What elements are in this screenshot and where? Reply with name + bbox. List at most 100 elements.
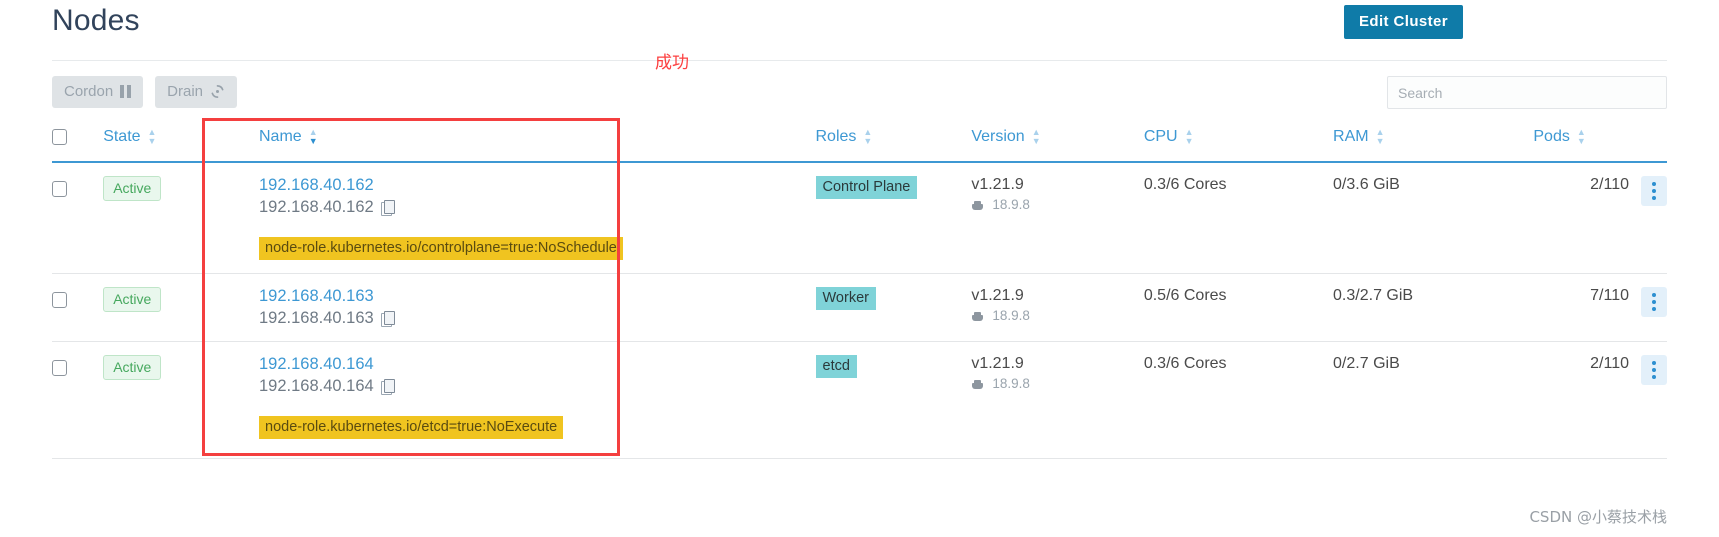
role-badge: Control Plane bbox=[815, 176, 918, 199]
sort-icon-roles[interactable]: ▲ ▼ bbox=[863, 128, 872, 146]
pods-value: 2/110 bbox=[1590, 355, 1629, 372]
row-roles-cell: Worker bbox=[815, 273, 972, 342]
role-badge: Worker bbox=[815, 287, 876, 310]
column-header-pods[interactable]: Pods ▲ ▼ bbox=[1533, 124, 1667, 162]
row-checkbox[interactable] bbox=[52, 360, 67, 376]
row-version-cell: v1.21.9 18.9.8 bbox=[971, 341, 1144, 452]
row-state-cell: Active bbox=[103, 341, 259, 452]
docker-version: 18.9.8 bbox=[971, 308, 1144, 323]
column-header-ram[interactable]: RAM ▲ ▼ bbox=[1333, 124, 1533, 162]
pods-value: 7/110 bbox=[1590, 287, 1629, 304]
sort-icon-version[interactable]: ▲ ▼ bbox=[1032, 128, 1041, 146]
column-header-state[interactable]: State ▲ ▼ bbox=[103, 124, 259, 162]
row-roles-cell: etcd bbox=[815, 341, 972, 452]
row-cpu-cell: 0.3/6 Cores bbox=[1143, 176, 1227, 193]
edit-cluster-button[interactable]: Edit Cluster bbox=[1344, 5, 1463, 39]
page-header: Nodes Edit Cluster bbox=[0, 0, 1719, 61]
column-label-state: State bbox=[103, 128, 141, 145]
nodes-page: Nodes Edit Cluster 成功 Cordon Drain Searc… bbox=[0, 0, 1719, 537]
docker-version-text: 18.9.8 bbox=[992, 376, 1030, 391]
table-toolbar: Cordon Drain bbox=[52, 76, 1667, 112]
column-header-name[interactable]: Name ▲ ▼ bbox=[259, 124, 816, 162]
column-label-pods: Pods bbox=[1533, 128, 1570, 145]
table-header-row: State ▲ ▼ Name ▲ ▼ Roles ▲ ▼ Version ▲ ▼… bbox=[52, 124, 1667, 162]
node-taint-badge: node-role.kubernetes.io/etcd=true:NoExec… bbox=[259, 416, 564, 439]
row-state-cell: Active bbox=[103, 162, 259, 274]
row-cpu-cell: 0.5/6 Cores bbox=[1143, 273, 1334, 342]
row-name-cell: 192.168.40.163 192.168.40.163 bbox=[259, 273, 816, 342]
drain-button[interactable]: Drain bbox=[155, 76, 238, 108]
node-name-link[interactable]: 192.168.40.162 bbox=[259, 176, 816, 195]
node-name-link[interactable]: 192.168.40.164 bbox=[259, 355, 816, 374]
table-row[interactable]: Active 192.168.40.162 192.168.40.162 nod… bbox=[52, 162, 1667, 274]
row-version-cell: v1.21.9 18.9.8 bbox=[971, 273, 1144, 342]
column-header-roles[interactable]: Roles ▲ ▼ bbox=[816, 124, 972, 162]
row-cpu-cell: 0.3/6 Cores bbox=[1143, 341, 1334, 452]
status-badge: Active bbox=[103, 176, 162, 201]
docker-icon bbox=[971, 378, 986, 389]
drain-label: Drain bbox=[167, 83, 204, 100]
row-actions-menu-icon[interactable] bbox=[1641, 355, 1667, 385]
row-checkbox[interactable] bbox=[52, 181, 67, 197]
docker-icon bbox=[971, 310, 986, 321]
drain-refresh-icon bbox=[210, 84, 225, 99]
table-head: State ▲ ▼ Name ▲ ▼ Roles ▲ ▼ Version ▲ ▼… bbox=[52, 124, 1667, 162]
node-ip-text: 192.168.40.163 bbox=[259, 309, 374, 327]
success-annotation: 成功 bbox=[655, 53, 689, 73]
column-label-roles: Roles bbox=[815, 128, 857, 145]
kubernetes-version: v1.21.9 bbox=[971, 287, 1024, 304]
row-pods-cell: 7/110 bbox=[1533, 273, 1667, 342]
row-name-cell: 192.168.40.162 192.168.40.162 node-role.… bbox=[259, 162, 816, 274]
row-actions-menu-icon[interactable] bbox=[1641, 287, 1667, 317]
table-body: Active 192.168.40.162 192.168.40.162 nod… bbox=[52, 162, 1667, 452]
row-ram-cell: 0/2.7 GiB bbox=[1333, 341, 1534, 452]
node-taint-badge: node-role.kubernetes.io/controlplane=tru… bbox=[259, 237, 623, 260]
table-row[interactable]: Active 192.168.40.163 192.168.40.163 Wor… bbox=[52, 273, 1667, 342]
row-select-cell bbox=[52, 341, 104, 452]
row-version-cell: v1.21.9 18.9.8 bbox=[971, 162, 1144, 274]
table-bottom-divider bbox=[52, 458, 1667, 459]
node-ip: 192.168.40.162 bbox=[259, 198, 816, 217]
role-badge: etcd bbox=[815, 355, 857, 378]
row-pods-cell: 2/110 bbox=[1533, 162, 1667, 274]
row-ram-cell: 0.3/2.7 GiB bbox=[1333, 273, 1534, 342]
docker-version: 18.9.8 bbox=[971, 376, 1144, 391]
row-select-cell bbox=[52, 273, 104, 342]
column-label-cpu: CPU bbox=[1143, 128, 1178, 145]
sort-icon-ram[interactable]: ▲ ▼ bbox=[1376, 128, 1385, 146]
search-input[interactable] bbox=[1387, 76, 1667, 109]
node-name-link[interactable]: 192.168.40.163 bbox=[259, 287, 816, 306]
status-badge: Active bbox=[103, 287, 162, 312]
row-select-cell bbox=[52, 162, 103, 274]
cordon-label: Cordon bbox=[64, 83, 114, 100]
watermark: CSDN @小蔡技术栈 bbox=[1529, 508, 1667, 526]
column-header-cpu[interactable]: CPU ▲ ▼ bbox=[1144, 124, 1333, 162]
select-all-header bbox=[52, 124, 103, 162]
docker-version-text: 18.9.8 bbox=[992, 308, 1030, 323]
sort-icon-name[interactable]: ▲ ▼ bbox=[309, 128, 318, 146]
cordon-button[interactable]: Cordon bbox=[52, 76, 143, 108]
sort-icon-state[interactable]: ▲ ▼ bbox=[148, 128, 157, 146]
column-label-name: Name bbox=[259, 128, 302, 145]
row-roles-cell: Control Plane bbox=[815, 162, 972, 274]
select-all-checkbox[interactable] bbox=[52, 129, 67, 145]
copy-icon[interactable] bbox=[380, 379, 395, 395]
sort-icon-pods[interactable]: ▲ ▼ bbox=[1577, 128, 1586, 146]
copy-icon[interactable] bbox=[380, 200, 395, 216]
copy-icon[interactable] bbox=[380, 311, 395, 327]
pause-icon bbox=[120, 85, 131, 98]
column-header-version[interactable]: Version ▲ ▼ bbox=[971, 124, 1144, 162]
row-checkbox[interactable] bbox=[52, 292, 67, 308]
pods-value: 2/110 bbox=[1590, 176, 1629, 193]
column-label-version: Version bbox=[971, 128, 1025, 145]
status-badge: Active bbox=[103, 355, 162, 380]
sort-icon-cpu[interactable]: ▲ ▼ bbox=[1185, 128, 1194, 146]
row-actions-menu-icon[interactable] bbox=[1641, 176, 1667, 206]
table-row[interactable]: Active 192.168.40.164 192.168.40.164 nod… bbox=[52, 341, 1667, 452]
row-state-cell: Active bbox=[103, 273, 259, 342]
node-ip: 192.168.40.163 bbox=[259, 309, 816, 328]
page-title: Nodes bbox=[52, 4, 140, 37]
header-divider bbox=[52, 60, 1667, 61]
row-pods-cell: 2/110 bbox=[1533, 341, 1667, 452]
docker-version: 18.9.8 bbox=[971, 197, 1144, 212]
